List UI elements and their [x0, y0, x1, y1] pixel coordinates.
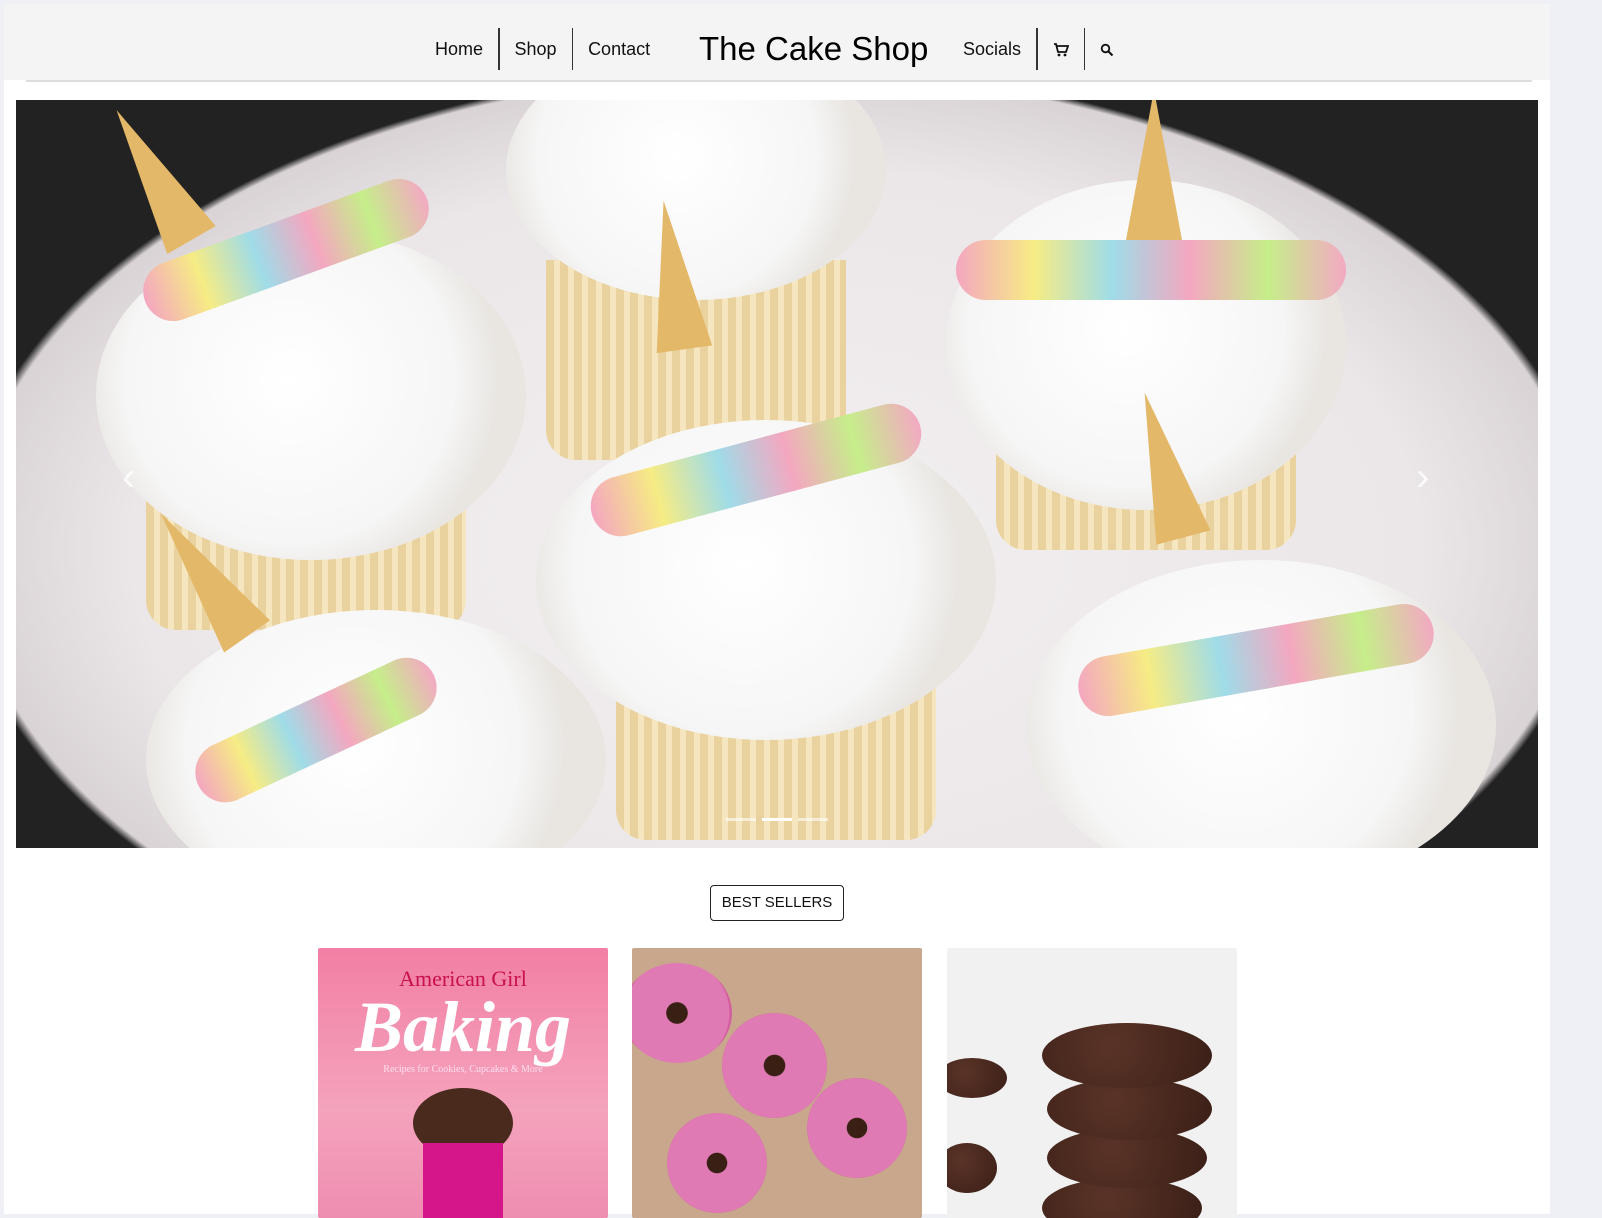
site-title[interactable]: The Cake Shop	[699, 28, 928, 70]
best-sellers-button[interactable]: BEST SELLERS	[710, 885, 844, 921]
horn	[1126, 100, 1182, 240]
carousel-indicator[interactable]	[726, 818, 756, 821]
nav-left: Home Shop Contact	[420, 28, 665, 70]
donut-image	[722, 1013, 827, 1118]
page: Home Shop Contact The Cake Shop Socials …	[4, 4, 1550, 1218]
cart-button[interactable]	[1038, 28, 1084, 70]
hero-carousel[interactable]: ‹ ›	[16, 100, 1538, 848]
cookie-image	[947, 1143, 997, 1193]
product-card-donuts[interactable]	[632, 948, 922, 1218]
nav-contact[interactable]: Contact	[573, 28, 665, 70]
search-button[interactable]	[1085, 28, 1129, 70]
carousel-indicator-active[interactable]	[762, 818, 792, 821]
cover-title: Baking	[354, 987, 572, 1067]
donut-image	[667, 1113, 767, 1213]
nav-shop[interactable]: Shop	[500, 28, 572, 70]
product-card-baking-book[interactable]: American Girl Baking Recipes for Cookies…	[318, 948, 608, 1218]
cookie-image	[947, 1058, 1007, 1098]
nav-socials[interactable]: Socials	[948, 28, 1036, 70]
carousel-prev-button[interactable]: ‹	[122, 455, 135, 500]
cupcake-liner	[423, 1143, 503, 1218]
product-card-cookies[interactable]	[947, 948, 1237, 1218]
nav-home[interactable]: Home	[420, 28, 498, 70]
donut-image	[632, 963, 732, 1063]
horn	[92, 100, 216, 254]
cover-subtitle: Recipes for Cookies, Cupcakes & More	[383, 1064, 543, 1075]
nav-right: Socials	[948, 28, 1129, 70]
header-divider	[26, 80, 1532, 82]
cookie-image	[1042, 1023, 1212, 1088]
search-icon	[1100, 44, 1114, 57]
header: Home Shop Contact The Cake Shop Socials	[4, 4, 1550, 80]
carousel-next-button[interactable]: ›	[1416, 455, 1429, 500]
cart-icon	[1053, 43, 1069, 57]
frosting	[956, 240, 1346, 300]
donut-image	[807, 1078, 907, 1178]
carousel-indicator[interactable]	[798, 818, 828, 821]
